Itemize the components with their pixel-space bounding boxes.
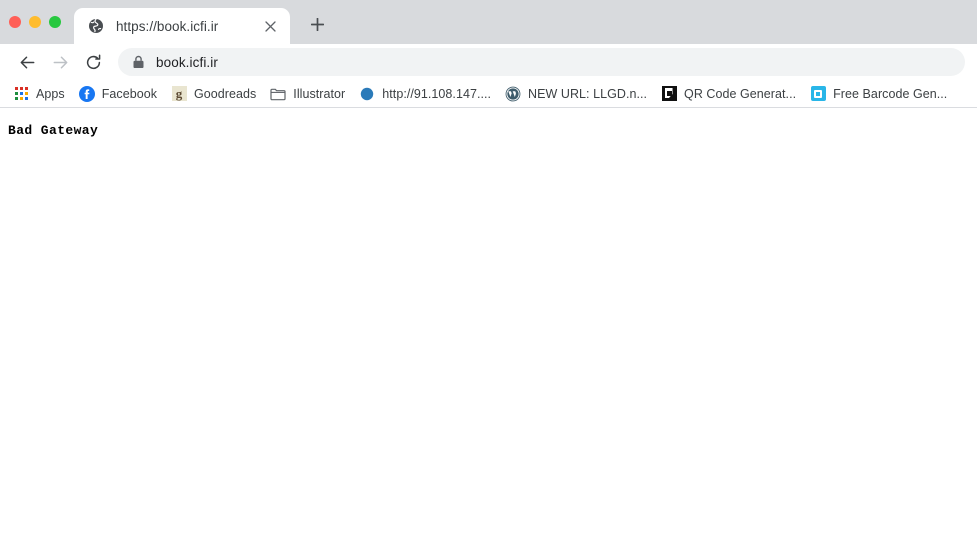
- tab-title: https://book.icfi.ir: [116, 18, 219, 34]
- bookmark-qr-code[interactable]: QR Code Generat...: [654, 82, 803, 106]
- barcode-icon: [810, 86, 826, 102]
- facebook-icon: [78, 85, 95, 102]
- back-button[interactable]: [12, 47, 42, 77]
- browser-tab-active[interactable]: https://book.icfi.ir: [74, 8, 290, 44]
- qr-code-icon: [661, 86, 677, 102]
- bookmark-label: Goodreads: [194, 86, 257, 101]
- bookmark-goodreads[interactable]: g Goodreads: [164, 82, 263, 106]
- tab-strip: https://book.icfi.ir: [0, 0, 977, 44]
- window-minimize-button[interactable]: [29, 16, 41, 28]
- close-icon[interactable]: [258, 14, 282, 38]
- bookmark-barcode[interactable]: Free Barcode Gen...: [803, 82, 954, 106]
- bookmark-label: Apps: [36, 86, 65, 101]
- apps-grid-icon: [13, 86, 29, 102]
- window-controls: [9, 0, 61, 44]
- window-close-button[interactable]: [9, 16, 21, 28]
- bookmarks-bar: Apps Facebook g Goodreads Illustrator ht…: [0, 80, 977, 108]
- address-bar-text[interactable]: book.icfi.ir: [156, 55, 218, 70]
- blue-circle-icon: [359, 86, 375, 102]
- lock-icon: [132, 55, 145, 69]
- plus-icon: [310, 17, 324, 31]
- bookmark-label: Illustrator: [293, 86, 346, 101]
- tabs-area: https://book.icfi.ir: [74, 0, 335, 44]
- address-bar[interactable]: book.icfi.ir: [118, 48, 965, 76]
- folder-icon: [270, 86, 286, 102]
- bookmark-illustrator[interactable]: Illustrator: [263, 82, 352, 106]
- page-body-text: Bad Gateway: [8, 123, 99, 138]
- new-tab-button[interactable]: [299, 6, 335, 42]
- wordpress-icon: [505, 86, 521, 102]
- bookmark-label: NEW URL: LLGD.n...: [528, 86, 648, 101]
- goodreads-icon: g: [171, 86, 187, 102]
- page-viewport: Bad Gateway: [0, 108, 977, 541]
- forward-arrow-icon: [53, 56, 67, 68]
- bookmark-label: QR Code Generat...: [684, 86, 797, 101]
- reload-icon: [86, 54, 100, 69]
- bookmark-apps[interactable]: Apps: [6, 82, 72, 106]
- bookmark-facebook[interactable]: Facebook: [72, 82, 164, 106]
- globe-icon: [88, 18, 104, 34]
- reload-button[interactable]: [78, 47, 108, 77]
- bookmark-ip-link[interactable]: http://91.108.147....: [352, 82, 498, 106]
- bookmark-new-url[interactable]: NEW URL: LLGD.n...: [498, 82, 654, 106]
- window-maximize-button[interactable]: [49, 16, 61, 28]
- bookmark-label: Facebook: [101, 86, 157, 101]
- browser-toolbar: book.icfi.ir: [0, 44, 977, 80]
- bookmark-label: Free Barcode Gen...: [833, 86, 948, 101]
- bookmark-label: http://91.108.147....: [382, 86, 492, 101]
- back-arrow-icon: [20, 56, 34, 68]
- forward-button[interactable]: [45, 47, 75, 77]
